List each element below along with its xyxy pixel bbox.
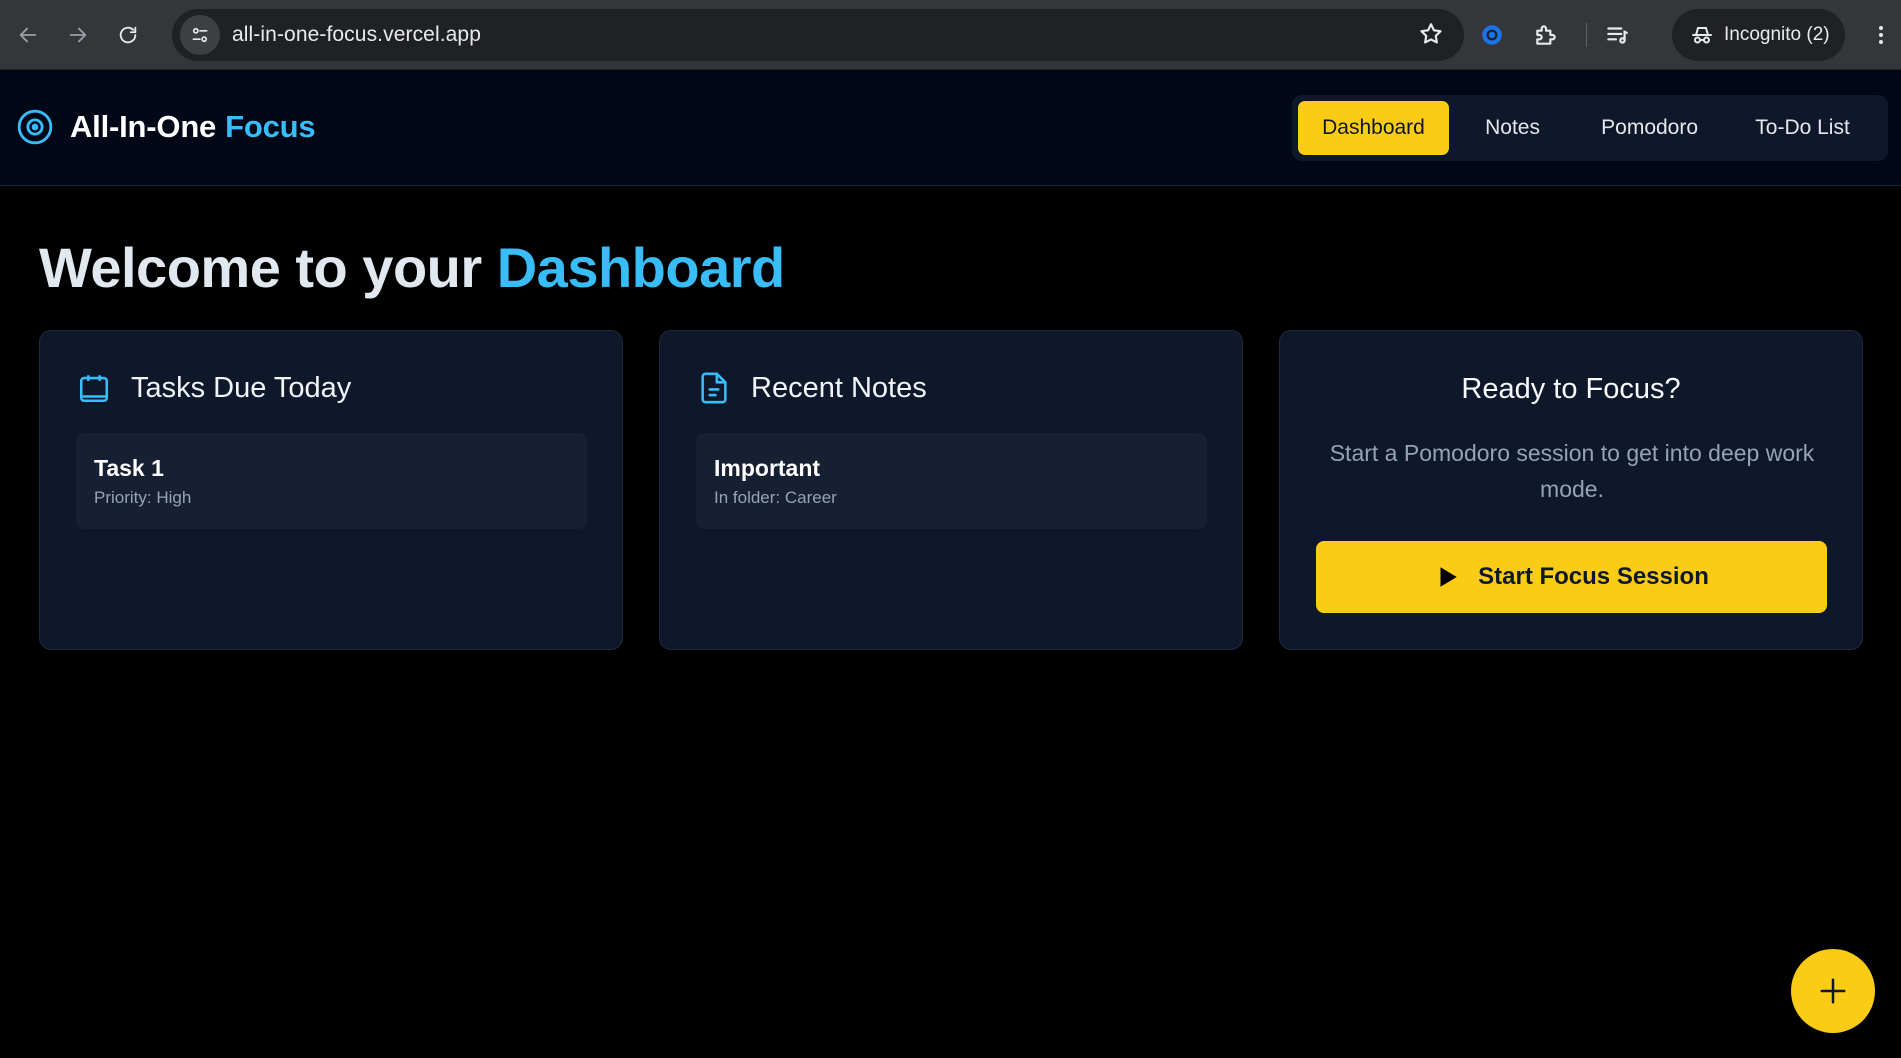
note-folder: In folder: Career — [714, 488, 837, 507]
brand-main-text: All-In-One — [70, 109, 217, 144]
focus-card-description: Start a Pomodoro session to get into dee… — [1329, 440, 1815, 502]
url-text[interactable]: all-in-one-focus.vercel.app — [232, 23, 481, 47]
brand-logo[interactable]: All-In-One Focus — [16, 108, 316, 146]
document-icon — [701, 372, 727, 404]
site-info-icon[interactable] — [180, 15, 220, 55]
back-arrow-icon[interactable] — [6, 13, 50, 57]
tasks-due-today-card: Tasks Due Today Task 1 Priority: High — [39, 330, 623, 650]
extension-circle-icon[interactable] — [1470, 13, 1514, 57]
target-logo-icon — [17, 109, 53, 145]
media-controls-icon[interactable] — [1595, 13, 1639, 57]
plus-icon — [1820, 978, 1846, 1004]
nav-pomodoro[interactable]: Pomodoro — [1576, 101, 1723, 155]
app-header: All-In-One Focus Dashboard Notes Pomodoro… — [0, 70, 1901, 186]
page-title: Welcome to your Dashboard — [39, 235, 785, 300]
task-priority: Priority: High — [94, 488, 192, 507]
nav-notes[interactable]: Notes — [1449, 101, 1576, 155]
notes-card-title: Recent Notes — [751, 371, 927, 404]
incognito-badge[interactable]: Incognito (2) — [1672, 9, 1845, 61]
main-navigation: Dashboard Notes Pomodoro To-Do List — [1292, 95, 1888, 161]
tasks-card-title: Tasks Due Today — [131, 371, 352, 404]
play-icon — [1440, 567, 1457, 587]
start-focus-session-label: Start Focus Session — [1478, 563, 1709, 590]
nav-todo-list[interactable]: To-Do List — [1723, 101, 1882, 155]
incognito-icon — [1692, 27, 1712, 44]
extensions-area — [1470, 13, 1649, 57]
forward-arrow-icon[interactable] — [56, 13, 100, 57]
address-bar[interactable]: all-in-one-focus.vercel.app — [172, 9, 1464, 61]
tasks-card-header: Tasks Due Today — [77, 371, 351, 405]
incognito-label: Incognito (2) — [1724, 24, 1830, 45]
toolbar-divider — [1586, 23, 1587, 47]
puzzle-extensions-icon[interactable] — [1524, 13, 1568, 57]
task-title: Task 1 — [94, 455, 164, 481]
ready-to-focus-card: Ready to Focus? Start a Pomodoro session… — [1279, 330, 1863, 650]
focus-card-title: Ready to Focus? — [1461, 373, 1681, 405]
task-list-item[interactable]: Task 1 Priority: High — [76, 433, 587, 529]
kebab-menu-icon[interactable] — [1866, 14, 1896, 56]
notes-card-header: Recent Notes — [697, 371, 927, 405]
browser-toolbar: all-in-one-focus.vercel.app Incognito (2… — [0, 0, 1901, 70]
note-list-item[interactable]: Important In folder: Career — [696, 433, 1207, 529]
note-title: Important — [714, 455, 821, 481]
brand-accent-text: Focus — [225, 109, 316, 144]
reload-icon[interactable] — [106, 13, 150, 57]
page-title-accent: Dashboard — [496, 236, 786, 299]
page-title-prefix: Welcome to your — [39, 236, 482, 299]
nav-dashboard[interactable]: Dashboard — [1298, 101, 1449, 155]
start-focus-session-button[interactable]: Start Focus Session — [1316, 541, 1827, 613]
add-fab-button[interactable] — [1791, 949, 1875, 1033]
recent-notes-card: Recent Notes Important In folder: Career — [659, 330, 1243, 650]
brand-name: All-In-One Focus — [70, 109, 316, 145]
bookmark-star-icon[interactable] — [1418, 21, 1444, 52]
calendar-icon — [79, 375, 109, 403]
